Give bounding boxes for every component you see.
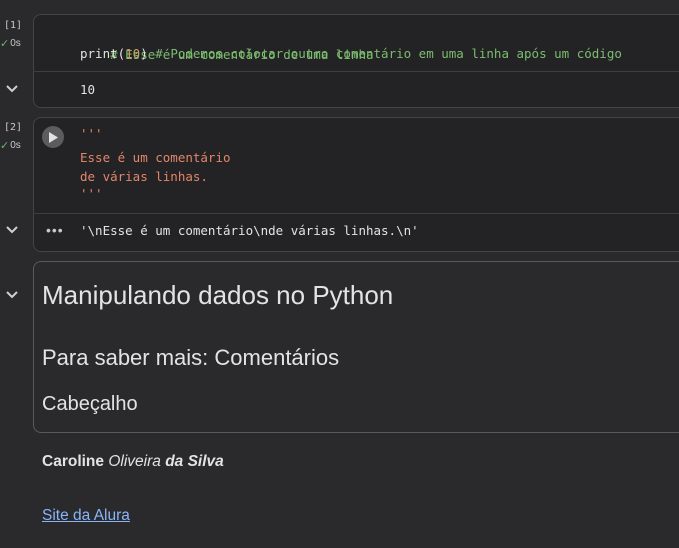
check-icon: ✓ [0,140,10,152]
exec-time-1: 0s [10,38,21,49]
cell-output-1: 10 [80,82,96,97]
run-cell-button[interactable] [42,126,64,148]
chevron-down-icon[interactable] [4,287,20,303]
exec-count-1: [1] [4,20,23,31]
code-line-2[interactable]: print(10) # Podemos colocar outro coment… [80,44,622,63]
code-line-6[interactable]: ''' [80,184,103,203]
exec-status-1: ✓ 0s [0,37,21,50]
code-line-3[interactable]: ''' [80,124,103,143]
heading-3: Cabeçalho [42,393,138,415]
chevron-down-icon[interactable] [4,222,20,238]
exec-status-2: ✓ 0s [0,139,21,152]
chevron-down-icon[interactable] [4,81,20,97]
exec-count-2: [2] [4,122,23,133]
play-icon [49,131,58,143]
more-horiz-icon[interactable]: ••• [46,222,64,238]
cell-divider [33,213,679,214]
heading-2: Para saber mais: Comentários [42,345,340,370]
alura-link[interactable]: Site da Alura [42,507,130,525]
author-line: Caroline Oliveira da Silva [42,453,224,471]
exec-time-2: 0s [10,140,21,151]
code-line-4[interactable]: Esse é um comentário [80,148,231,167]
author-last: da Silva [165,453,224,470]
check-icon: ✓ [0,38,10,50]
author-first: Caroline [42,453,105,470]
heading-1: Manipulando dados no Python [42,280,394,310]
cell-output-2: '\nEsse é um comentário\nde várias linha… [80,223,419,238]
cell-divider [33,71,679,72]
notebook-page: [1] ✓ 0s # Esse é um comentário de uma l… [0,0,679,548]
author-middle: Oliveira [108,453,161,470]
